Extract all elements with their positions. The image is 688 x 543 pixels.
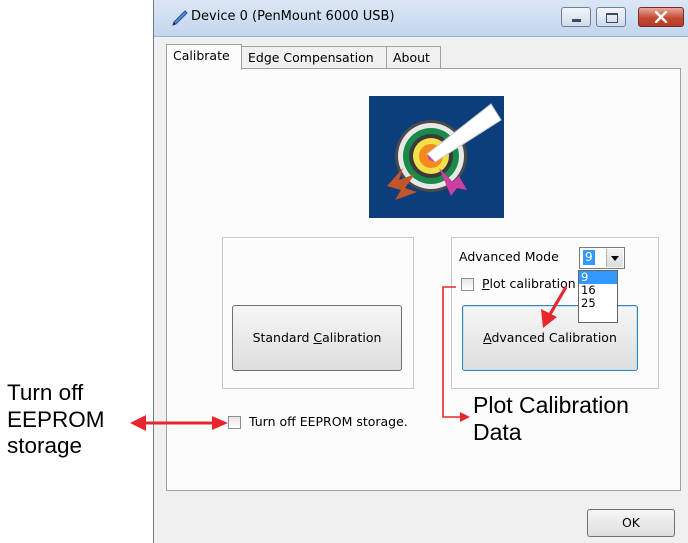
standard-button-label-pre: Standard: [252, 330, 314, 345]
annotation-line: Turn off: [7, 380, 84, 405]
window-title: Device 0 (PenMount 6000 USB): [191, 9, 395, 24]
advanced-mode-value: 9: [583, 250, 595, 265]
dialog-window: Device 0 (PenMount 6000 USB) Calibrate E…: [153, 0, 688, 543]
advanced-button-label-post: dvanced Calibration: [491, 330, 617, 345]
dropdown-option[interactable]: 25: [579, 297, 617, 310]
annotation-line: storage: [7, 433, 83, 459]
maximize-icon[interactable]: [596, 7, 626, 27]
minimize-icon[interactable]: [561, 7, 591, 27]
annotation-line: EEPROM: [7, 406, 105, 432]
standard-button-mnemonic: C: [313, 330, 323, 345]
pen-icon: [172, 10, 188, 26]
advanced-mode-select[interactable]: 9: [579, 247, 625, 269]
tab-about[interactable]: About: [386, 46, 441, 68]
standard-calibration-button[interactable]: Standard Calibration: [232, 305, 402, 371]
advanced-mode-dropdown: 9 16 25: [578, 270, 618, 323]
annotation-line: Plot Calibration: [473, 392, 629, 418]
advanced-mode-label: Advanced Mode: [459, 249, 559, 264]
tab-edge-compensation[interactable]: Edge Compensation: [241, 46, 387, 68]
tab-calibrate[interactable]: Calibrate: [166, 44, 242, 70]
plot-calibration-checkbox[interactable]: [461, 278, 474, 291]
close-icon[interactable]: [638, 7, 684, 27]
annotation-line: Data: [473, 419, 522, 446]
annotation-eeprom: Turn off EEPROM storage: [7, 380, 105, 460]
eeprom-checkbox[interactable]: [228, 416, 241, 429]
plot-mnemonic: P: [482, 276, 490, 291]
plot-calibration-label: Plot calibration: [482, 276, 576, 291]
calibration-target-icon: [369, 96, 504, 218]
eeprom-label: Turn off EEPROM storage.: [249, 414, 408, 429]
title-bar[interactable]: Device 0 (PenMount 6000 USB): [154, 0, 688, 37]
plot-label-post: lot calibration: [489, 276, 576, 291]
ok-button[interactable]: OK: [587, 509, 675, 537]
combo-arrow-icon[interactable]: [606, 249, 623, 267]
annotation-plot-calibration: Plot Calibration Data: [473, 392, 629, 446]
standard-button-label-post: alibration: [322, 330, 382, 345]
